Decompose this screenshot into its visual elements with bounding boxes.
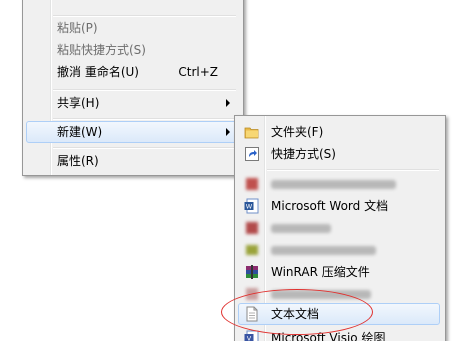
shortcut-icon bbox=[244, 146, 260, 162]
blurred-app-icon bbox=[244, 242, 260, 258]
submenu-item-blurred[interactable] bbox=[238, 217, 440, 239]
menu-item-undo-rename[interactable]: 撤消 重命名(U) Ctrl+Z bbox=[26, 61, 238, 83]
menu-item-paste[interactable]: 粘贴(P) bbox=[26, 17, 238, 39]
menu-separator bbox=[53, 147, 236, 149]
menu-item-label: 属性(R) bbox=[57, 154, 99, 168]
svg-text:W: W bbox=[246, 203, 253, 211]
menu-item-label: 撤消 重命名(U) bbox=[57, 65, 139, 79]
folder-icon bbox=[244, 124, 260, 140]
submenu-arrow-icon bbox=[226, 99, 230, 107]
menu-item-label: 新建(W) bbox=[57, 125, 103, 139]
menu-item-paste-shortcut[interactable]: 粘贴快捷方式(S) bbox=[26, 39, 238, 61]
menu-separator bbox=[53, 118, 236, 120]
blurred-label bbox=[271, 224, 331, 233]
submenu-item-shortcut[interactable]: 快捷方式(S) bbox=[238, 143, 440, 165]
menu-separator bbox=[53, 89, 236, 91]
blurred-label bbox=[271, 246, 376, 255]
word-icon: W bbox=[244, 198, 260, 214]
annotation-ellipse bbox=[221, 289, 373, 335]
menu-item-properties[interactable]: 属性(R) bbox=[26, 150, 238, 172]
context-menu: 粘贴(P) 粘贴快捷方式(S) 撤消 重命名(U) Ctrl+Z 共享(H) 新… bbox=[22, 0, 244, 176]
submenu-item-word[interactable]: W Microsoft Word 文档 bbox=[238, 195, 440, 217]
menu-item-accelerator: Ctrl+Z bbox=[178, 65, 218, 79]
submenu-item-blurred[interactable] bbox=[238, 239, 440, 261]
submenu-item-label: 文件夹(F) bbox=[271, 125, 324, 139]
winrar-icon bbox=[244, 264, 260, 280]
blurred-app-icon bbox=[244, 176, 260, 192]
menu-item-label: 粘贴(P) bbox=[57, 21, 98, 35]
menu-item-label: 粘贴快捷方式(S) bbox=[57, 43, 146, 57]
menu-item-new[interactable]: 新建(W) bbox=[26, 121, 238, 143]
desktop-area: 粘贴(P) 粘贴快捷方式(S) 撤消 重命名(U) Ctrl+Z 共享(H) 新… bbox=[0, 0, 456, 341]
submenu-item-blurred[interactable] bbox=[238, 173, 440, 195]
submenu-arrow-icon bbox=[226, 128, 230, 136]
submenu-item-folder[interactable]: 文件夹(F) bbox=[238, 121, 440, 143]
submenu-separator bbox=[267, 169, 439, 171]
submenu-item-label: WinRAR 压缩文件 bbox=[271, 265, 370, 279]
menu-item-label: 共享(H) bbox=[57, 96, 100, 110]
blurred-app-icon bbox=[244, 220, 260, 236]
svg-text:V: V bbox=[247, 335, 252, 341]
submenu-item-winrar[interactable]: WinRAR 压缩文件 bbox=[238, 261, 440, 283]
blurred-label bbox=[271, 180, 396, 189]
submenu-item-label: Microsoft Word 文档 bbox=[271, 199, 389, 213]
submenu-item-label: 快捷方式(S) bbox=[271, 147, 336, 161]
menu-item-share[interactable]: 共享(H) bbox=[26, 92, 238, 114]
